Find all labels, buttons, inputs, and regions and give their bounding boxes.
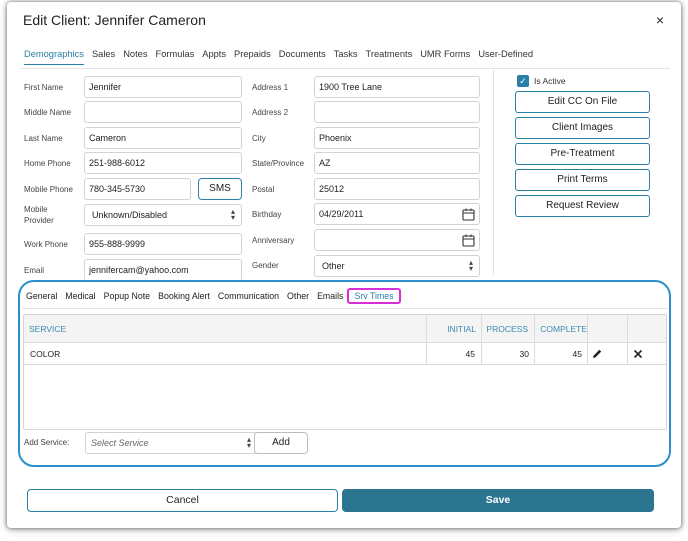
header-complete[interactable]: COMPLETE xyxy=(532,315,587,343)
address2-field[interactable] xyxy=(314,101,480,123)
service-select-placeholder: Select Service xyxy=(91,438,149,448)
add-service-button[interactable]: Add xyxy=(254,432,308,454)
table-row[interactable]: COLOR 45 30 45 xyxy=(24,343,666,365)
city-field[interactable]: Phoenix xyxy=(314,127,480,149)
subtab-other[interactable]: Other xyxy=(287,291,309,304)
column-divider xyxy=(493,70,494,275)
tab-tasks[interactable]: Tasks xyxy=(334,49,358,65)
tab-umr-forms[interactable]: UMR Forms xyxy=(420,49,470,65)
table-header: SERVICE INITIAL PROCESS COMPLETE xyxy=(24,315,666,343)
first-name-label: First Name xyxy=(24,83,64,92)
close-icon[interactable]: × xyxy=(656,12,664,28)
birthday-value: 04/29/2011 xyxy=(319,209,364,219)
mobile-provider-value: Unknown/Disabled xyxy=(92,210,168,220)
tab-prepaids[interactable]: Prepaids xyxy=(234,49,271,65)
gender-select[interactable]: Other ▴ ▾ xyxy=(314,255,480,277)
header-process[interactable]: PROCESS xyxy=(482,315,528,343)
chevron-updown-icon: ▴ ▾ xyxy=(468,258,473,273)
first-name-field[interactable]: Jennifer xyxy=(84,76,242,98)
postal-label: Postal xyxy=(252,185,275,194)
last-name-label: Last Name xyxy=(24,134,63,143)
chevron-updown-icon: ▴ ▾ xyxy=(246,435,251,450)
tab-documents[interactable]: Documents xyxy=(279,49,326,65)
mobile-provider-label: Mobile Provider xyxy=(24,205,54,225)
gender-label: Gender xyxy=(252,261,279,270)
mobile-provider-select[interactable]: Unknown/Disabled ▴ ▾ xyxy=(84,204,242,226)
mobile-phone-field[interactable]: 780-345-5730 xyxy=(84,178,191,200)
subtab-popup-note[interactable]: Popup Note xyxy=(104,291,150,304)
address1-label: Address 1 xyxy=(252,83,289,92)
calendar-icon[interactable] xyxy=(462,234,475,247)
tab-sales[interactable]: Sales xyxy=(92,49,115,65)
cancel-button[interactable]: Cancel xyxy=(27,489,338,512)
chevron-updown-icon: ▴ ▾ xyxy=(230,207,235,222)
edit-cc-button[interactable]: Edit CC On File xyxy=(515,91,650,113)
request-review-button[interactable]: Request Review xyxy=(515,195,650,217)
header-initial[interactable]: INITIAL xyxy=(428,315,476,343)
row-service: COLOR xyxy=(30,349,61,359)
home-phone-field[interactable]: 251-988-6012 xyxy=(84,152,242,174)
state-label: State/Province xyxy=(252,159,305,168)
service-times-table: SERVICE INITIAL PROCESS COMPLETE COLOR 4… xyxy=(23,314,667,430)
tab-treatments[interactable]: Treatments xyxy=(366,49,413,65)
middle-name-field[interactable] xyxy=(84,101,242,123)
work-phone-label: Work Phone xyxy=(24,240,68,249)
subtab-emails[interactable]: Emails xyxy=(317,291,343,304)
anniversary-label: Anniversary xyxy=(252,236,295,245)
last-name-field[interactable]: Cameron xyxy=(84,127,242,149)
mobile-phone-label: Mobile Phone xyxy=(24,185,73,194)
subtab-general[interactable]: General xyxy=(26,291,57,304)
header-service[interactable]: SERVICE xyxy=(29,315,66,343)
subtab-medical[interactable]: Medical xyxy=(65,291,95,304)
subtab-booking-alert[interactable]: Booking Alert xyxy=(158,291,210,304)
birthday-label: Birthday xyxy=(252,210,282,219)
edit-pencil-icon[interactable] xyxy=(591,348,603,360)
is-active-label: Is Active xyxy=(534,76,566,86)
sms-button[interactable]: SMS xyxy=(198,178,242,200)
service-select[interactable]: Select Service ▴ ▾ xyxy=(85,432,258,454)
work-phone-field[interactable]: 955-888-9999 xyxy=(84,233,242,255)
tab-appts[interactable]: Appts xyxy=(202,49,226,65)
add-service-label: Add Service: xyxy=(24,438,70,447)
address1-field[interactable]: 1900 Tree Lane xyxy=(314,76,480,98)
dialog-title: Edit Client: Jennifer Cameron xyxy=(23,12,206,28)
city-label: City xyxy=(252,134,266,143)
tab-demographics[interactable]: Demographics xyxy=(24,49,84,65)
subtab-communication[interactable]: Communication xyxy=(218,291,279,304)
home-phone-label: Home Phone xyxy=(24,159,71,168)
delete-x-icon[interactable] xyxy=(633,349,643,359)
row-process: 30 xyxy=(519,349,529,359)
postal-field[interactable]: 25012 xyxy=(314,178,480,200)
sub-tabs: General Medical Popup Note Booking Alert… xyxy=(26,288,409,304)
state-field[interactable]: AZ xyxy=(314,152,480,174)
email-field[interactable]: jennifercam@yahoo.com xyxy=(84,259,242,281)
subtabs-divider xyxy=(22,308,668,309)
save-button[interactable]: Save xyxy=(342,489,654,512)
pre-treatment-button[interactable]: Pre-Treatment xyxy=(515,143,650,165)
middle-name-label: Middle Name xyxy=(24,108,72,117)
is-active-checkbox[interactable]: ✓ xyxy=(517,75,529,87)
anniversary-field[interactable] xyxy=(314,229,480,251)
tab-formulas[interactable]: Formulas xyxy=(156,49,195,65)
gender-value: Other xyxy=(322,261,345,271)
row-complete: 45 xyxy=(572,349,582,359)
email-label: Email xyxy=(24,266,45,275)
birthday-field[interactable]: 04/29/2011 xyxy=(314,203,480,225)
edit-client-dialog: Edit Client: Jennifer Cameron × Demograp… xyxy=(7,2,681,528)
tabs-divider xyxy=(20,68,670,69)
tab-notes[interactable]: Notes xyxy=(123,49,147,65)
subtab-srv-times[interactable]: Srv Times xyxy=(347,288,401,304)
client-images-button[interactable]: Client Images xyxy=(515,117,650,139)
calendar-icon[interactable] xyxy=(462,208,475,221)
print-terms-button[interactable]: Print Terms xyxy=(515,169,650,191)
tab-user-defined[interactable]: User-Defined xyxy=(478,49,533,65)
address2-label: Address 2 xyxy=(252,108,289,117)
main-tabs: Demographics Sales Notes Formulas Appts … xyxy=(24,49,541,65)
row-initial: 45 xyxy=(465,349,475,359)
